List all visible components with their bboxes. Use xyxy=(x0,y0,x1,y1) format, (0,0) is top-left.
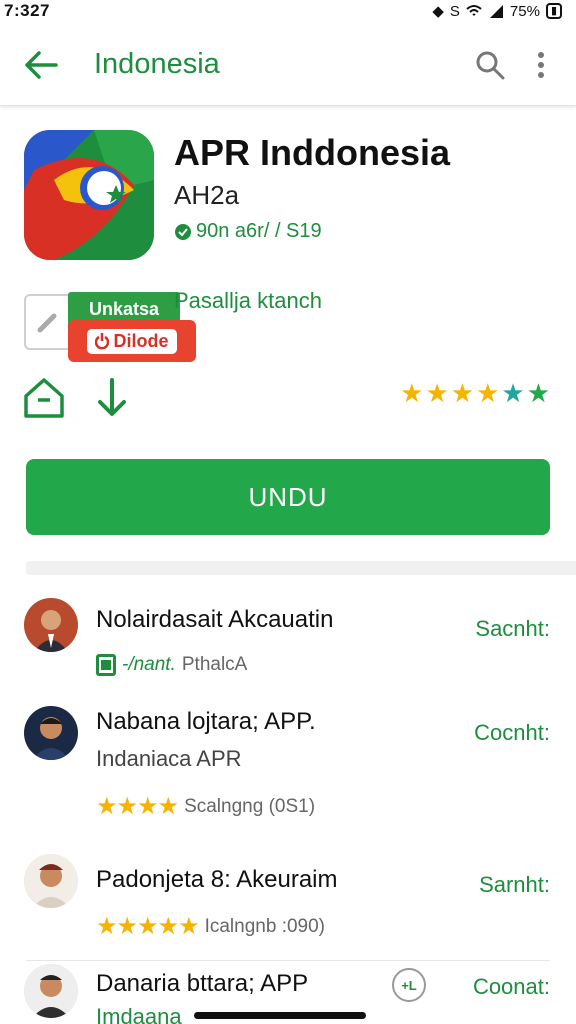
list-item-action[interactable]: Sarnht: xyxy=(479,872,550,898)
star-icon: ★ xyxy=(400,378,424,408)
arrow-left-icon xyxy=(25,50,58,79)
badge-bottom: Dilode xyxy=(68,320,196,362)
section-divider xyxy=(26,561,576,575)
notification-icon: ◆ xyxy=(432,3,444,20)
badge-frame xyxy=(24,294,74,350)
avatar xyxy=(24,854,78,908)
person-avatar-icon xyxy=(24,854,78,908)
list-item-meta-text: Icalngnb :090) xyxy=(204,915,325,937)
app-name: APR Inddonesia xyxy=(174,132,451,173)
badge-bottom-inner: Dilode xyxy=(87,328,177,354)
app-meta: 90n a6r/ / S19 xyxy=(174,220,322,243)
list-item-action[interactable]: Coonat: xyxy=(473,974,550,1000)
search-icon xyxy=(476,51,505,79)
power-icon xyxy=(95,333,110,350)
avatar xyxy=(24,598,78,652)
star-rating: ★★★★ xyxy=(96,793,179,820)
app-developer[interactable]: AH2a xyxy=(174,180,239,211)
promo-caption: Pasallja ktanch xyxy=(174,288,322,313)
avatar xyxy=(24,706,78,760)
page-title: Indonesia xyxy=(94,48,220,80)
list-item-action[interactable]: Sacnht: xyxy=(475,616,550,642)
person-avatar-icon xyxy=(24,598,78,652)
verified-badge-icon xyxy=(175,223,191,240)
wifi-icon xyxy=(466,5,482,16)
star-icon: ★ xyxy=(450,378,475,408)
back-button[interactable] xyxy=(0,24,82,106)
avatar xyxy=(24,964,78,1018)
brush-icon xyxy=(37,313,57,333)
list-divider xyxy=(26,960,550,961)
list-item-meta: ★★★★★ Icalngnb :090) xyxy=(96,912,325,941)
list-item-meta: ★★★★ Scalngng (0S1) xyxy=(96,792,315,821)
home-button[interactable] xyxy=(22,376,66,420)
list-item-title: Danaria bttara; APP xyxy=(96,970,309,997)
list-item-meta: -/nant. PthalcA xyxy=(96,654,247,676)
list-item-meta-text: PthalcA xyxy=(181,654,248,675)
list-item-action[interactable]: Cocnht: xyxy=(474,720,550,746)
star-icon: ★ xyxy=(476,378,500,408)
rating-stars: ★ ★ ★ ★ ★ ★ xyxy=(400,378,550,408)
search-button[interactable] xyxy=(464,35,516,95)
tag-icon xyxy=(96,654,116,676)
list-item-subtitle: Indaniaca APR xyxy=(96,746,242,771)
app-meta-text: 90n a6r/ / S19 xyxy=(196,220,322,242)
list-item-title: Nolairdasait Akcauatin xyxy=(96,606,334,633)
star-rating: ★★★★★ xyxy=(96,913,200,940)
person-avatar-icon xyxy=(24,964,78,1018)
download-button[interactable] xyxy=(92,376,132,420)
list-item-tag: -/nant. xyxy=(122,654,176,675)
list-item-subtitle: Imdaana xyxy=(96,1004,182,1024)
list-item[interactable]: Padonjeta 8: Akeuraim Sarnht: ★★★★★ Ical… xyxy=(0,852,576,952)
app-icon[interactable] xyxy=(24,130,154,260)
list-item-round-button[interactable]: +L xyxy=(392,968,426,1002)
promo-badge[interactable]: Unkatsa Dilode xyxy=(24,292,196,370)
arrow-down-icon xyxy=(98,378,126,416)
star-icon: ★ xyxy=(425,378,449,408)
status-bar: 7:327 ◆ S 75% ▮ xyxy=(0,0,576,22)
app-logo-icon xyxy=(24,130,154,260)
signal-icon xyxy=(489,5,503,18)
badge-bottom-label: Dilode xyxy=(113,330,169,351)
list-item-meta-text: Scalngng (0S1) xyxy=(184,795,316,817)
battery-icon: ▮ xyxy=(545,3,562,19)
more-vert-icon xyxy=(538,51,544,78)
list-item[interactable]: Nolairdasait Akcauatin Sacnht: -/nant. P… xyxy=(0,596,576,696)
list-item-title: Nabana lojtara; APP. xyxy=(96,708,316,735)
star-icon: ★ xyxy=(526,378,550,408)
status-time: 7:327 xyxy=(4,1,50,20)
list-item[interactable]: Nabana lojtara; APP. Indaniaca APR Cocnh… xyxy=(0,700,576,830)
more-options-button[interactable] xyxy=(516,35,566,95)
battery-text: 75% xyxy=(509,2,540,20)
home-icon xyxy=(24,378,64,418)
person-avatar-icon xyxy=(24,706,78,760)
status-icons: ◆ S 75% ▮ xyxy=(432,2,562,20)
install-button[interactable]: UNDU xyxy=(26,459,550,535)
app-bar: Indonesia xyxy=(0,24,576,106)
star-icon: ★ xyxy=(501,378,525,408)
home-indicator[interactable] xyxy=(194,1012,366,1019)
list-item-title: Padonjeta 8: Akeuraim xyxy=(96,866,338,893)
sync-icon: S xyxy=(449,2,460,20)
